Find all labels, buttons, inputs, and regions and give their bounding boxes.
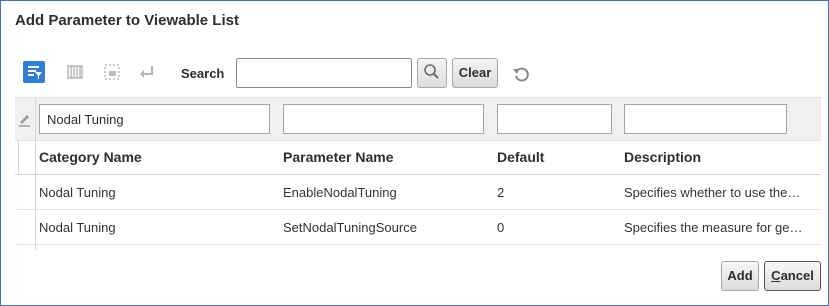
- query-by-example-icon[interactable]: [23, 61, 45, 83]
- search-label: Search: [181, 66, 225, 81]
- search-icon: [424, 64, 439, 79]
- cell-description: Specifies the measure for ge…: [624, 220, 803, 235]
- filter-parameter-name[interactable]: [283, 104, 484, 134]
- search-input[interactable]: [236, 58, 412, 88]
- column-header-description[interactable]: Description: [624, 149, 701, 165]
- cancel-button[interactable]: Cancel: [764, 261, 821, 291]
- cell-parameter-name: SetNodalTuningSource: [283, 220, 417, 235]
- column-header-category-name[interactable]: Category Name: [39, 149, 142, 165]
- grid-toolbar: Search Clear: [1, 56, 828, 92]
- filter-row: [15, 97, 821, 141]
- add-parameter-dialog: Add Parameter to Viewable List Search Cl…: [0, 0, 829, 306]
- detach-icon[interactable]: [101, 61, 123, 83]
- clear-button[interactable]: Clear: [452, 58, 498, 88]
- refresh-icon[interactable]: [511, 63, 533, 85]
- cell-category-name: Nodal Tuning: [39, 220, 116, 235]
- freeze-columns-icon[interactable]: [64, 61, 86, 83]
- cell-parameter-name: EnableNodalTuning: [283, 185, 397, 200]
- filter-category-name[interactable]: [39, 104, 270, 134]
- add-button[interactable]: Add: [721, 261, 759, 291]
- dialog-title: Add Parameter to Viewable List: [15, 12, 239, 29]
- cancel-mnemonic: C: [771, 268, 781, 283]
- cell-default: 2: [497, 185, 505, 200]
- cell-default: 0: [497, 220, 505, 235]
- wrap-icon[interactable]: [137, 61, 159, 83]
- cancel-label-rest: ancel: [780, 268, 814, 283]
- table-row[interactable]: Nodal Tuning EnableNodalTuning 2 Specifi…: [15, 175, 821, 210]
- column-header-default[interactable]: Default: [497, 149, 544, 165]
- parameters-table: Category Name Parameter Name Default Des…: [15, 97, 821, 250]
- table-row[interactable]: Nodal Tuning SetNodalTuningSource 0 Spec…: [15, 210, 821, 245]
- search-button[interactable]: [417, 58, 447, 88]
- table-header: Category Name Parameter Name Default Des…: [15, 141, 821, 175]
- filter-description[interactable]: [624, 104, 787, 134]
- cell-description: Specifies whether to use the…: [624, 185, 801, 200]
- column-header-parameter-name[interactable]: Parameter Name: [283, 149, 394, 165]
- filter-default[interactable]: [497, 104, 612, 134]
- cell-category-name: Nodal Tuning: [39, 185, 116, 200]
